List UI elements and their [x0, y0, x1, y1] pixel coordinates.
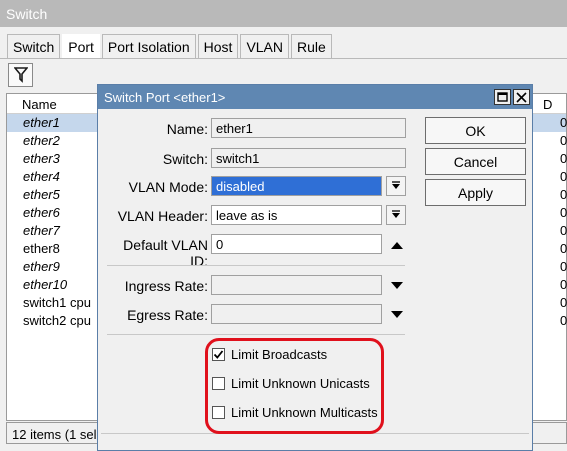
filter-button[interactable] — [8, 63, 33, 87]
dialog-status-bar — [101, 433, 529, 449]
maximize-button[interactable] — [494, 89, 511, 105]
port-name: ether4 — [23, 169, 60, 184]
port-name: ether1 — [23, 115, 60, 130]
port-name: switch1 cpu — [23, 295, 91, 310]
tab-switch[interactable]: Switch — [7, 34, 61, 58]
port-name: ether5 — [23, 187, 60, 202]
expand-down-icon[interactable] — [390, 281, 404, 291]
dropdown-arrow-icon — [392, 181, 400, 189]
port-value: 0 — [560, 313, 567, 328]
name-field[interactable]: ether1 — [211, 118, 406, 138]
port-value: 0 — [560, 187, 567, 202]
port-value: 0 — [560, 133, 567, 148]
port-value: 0 — [560, 205, 567, 220]
tab-rule[interactable]: Rule — [291, 34, 332, 58]
apply-button[interactable]: Apply — [425, 179, 526, 206]
column-header-d[interactable]: D — [543, 97, 552, 112]
port-value: 0 — [560, 115, 567, 130]
cancel-button[interactable]: Cancel — [425, 148, 526, 175]
tab-divider — [0, 58, 567, 59]
switch-label: Switch: — [162, 151, 208, 167]
ok-button[interactable]: OK — [425, 117, 526, 144]
switch-field[interactable]: switch1 — [211, 148, 406, 168]
tab-port[interactable]: Port — [62, 34, 100, 59]
tab-port-isolation[interactable]: Port Isolation — [101, 34, 196, 58]
window-title: Switch — [0, 0, 567, 27]
name-label: Name: — [166, 121, 208, 137]
egress-rate-field[interactable] — [211, 304, 382, 324]
default-vlan-id-field[interactable]: 0 — [211, 234, 382, 254]
vlan-header-dropdown-button[interactable] — [386, 205, 406, 225]
dropdown-arrow-icon — [392, 210, 400, 218]
port-value: 0 — [560, 223, 567, 238]
filter-icon — [13, 67, 28, 83]
port-name: ether7 — [23, 223, 60, 238]
vlan-mode-select[interactable]: disabled — [211, 176, 382, 196]
close-icon — [516, 91, 527, 103]
port-name: ether3 — [23, 151, 60, 166]
port-name: ether10 — [23, 277, 68, 292]
vlan-mode-label: VLAN Mode: — [128, 179, 208, 195]
port-name: ether6 — [23, 205, 60, 220]
collapse-up-icon[interactable] — [390, 240, 404, 250]
port-value: 0 — [560, 277, 567, 292]
vlan-header-select[interactable]: leave as is — [211, 205, 382, 225]
port-name: ether2 — [23, 133, 60, 148]
port-name: ether8 — [23, 241, 60, 256]
egress-rate-label: Egress Rate: — [127, 307, 208, 323]
vlan-mode-dropdown-button[interactable] — [386, 176, 406, 196]
port-value: 0 — [560, 241, 567, 256]
tab-host[interactable]: Host — [197, 34, 239, 58]
port-value: 0 — [560, 295, 567, 310]
maximize-icon — [497, 92, 508, 102]
tab-vlan[interactable]: VLAN — [240, 34, 290, 58]
port-name: ether9 — [23, 259, 60, 274]
port-name: switch2 cpu — [23, 313, 91, 328]
annotation-highlight — [205, 338, 384, 434]
dialog-title: Switch Port <ether1> — [98, 85, 532, 109]
separator — [107, 334, 405, 335]
port-value: 0 — [560, 169, 567, 184]
vlan-header-label: VLAN Header: — [117, 208, 208, 224]
ingress-rate-field[interactable] — [211, 275, 382, 295]
close-button[interactable] — [513, 89, 530, 105]
expand-down-icon[interactable] — [390, 310, 404, 320]
column-header-name[interactable]: Name — [22, 97, 57, 112]
port-value: 0 — [560, 259, 567, 274]
ingress-rate-label: Ingress Rate: — [124, 278, 208, 294]
tab-bar: Switch Port Port Isolation Host VLAN Rul… — [7, 34, 334, 59]
port-value: 0 — [560, 151, 567, 166]
separator — [107, 265, 405, 266]
